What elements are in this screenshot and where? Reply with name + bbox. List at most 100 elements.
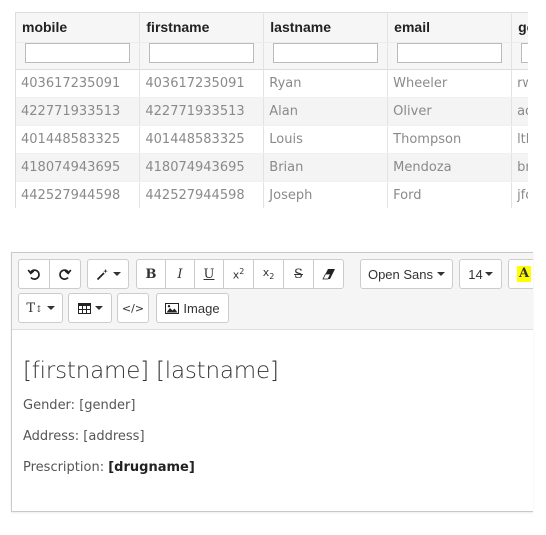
underline-button[interactable]: U (194, 259, 224, 289)
cell-email[interactable]: Wheeler (387, 69, 513, 98)
table-icon (77, 302, 91, 314)
subscript-button[interactable]: x2 (253, 259, 284, 289)
cell-firstname[interactable]: 418074943695 (139, 153, 265, 182)
cell-gender[interactable]: jford (511, 181, 528, 208)
filter-row (16, 42, 528, 70)
table-row[interactable]: 422771933513 422771933513 Alan Oliver ao… (16, 97, 528, 126)
undo-icon (27, 269, 40, 280)
picture-icon (165, 302, 180, 314)
data-table: mobile firstname lastname email gender 4… (16, 13, 528, 208)
color-group: A (508, 259, 533, 289)
table-group (68, 293, 112, 323)
bold-icon: B (145, 266, 157, 282)
address-line: Address: [address] (23, 429, 522, 444)
strikethrough-button[interactable]: S (283, 259, 314, 289)
underline-icon: U (203, 266, 215, 282)
cell-gender[interactable]: bmendoza (511, 153, 528, 182)
rich-text-editor: B I U x2 x2 S Open Sans 14 A T↕ </> Imag… (11, 252, 533, 512)
table-row[interactable]: 401448583325 401448583325 Louis Thompson… (16, 125, 528, 154)
cell-lastname[interactable]: Alan (263, 97, 389, 126)
filter-cell-email (387, 42, 513, 70)
column-header-gender[interactable]: gender (511, 13, 528, 43)
cell-firstname[interactable]: 422771933513 (139, 97, 265, 126)
clear-format-button[interactable] (313, 259, 344, 289)
column-header-firstname[interactable]: firstname (139, 13, 265, 43)
cell-lastname[interactable]: Joseph (263, 181, 389, 208)
line-height-group: T↕ (18, 293, 63, 323)
filter-input-lastname[interactable] (273, 42, 379, 63)
code-view-button[interactable]: </> (117, 293, 149, 323)
filter-cell-mobile (16, 42, 141, 70)
cell-lastname[interactable]: Louis (263, 125, 389, 154)
column-header-mobile[interactable]: mobile (16, 13, 141, 43)
font-style-group: B I U x2 x2 S (136, 259, 344, 289)
address-label: Address: (23, 429, 80, 444)
editor-content[interactable]: [firstname] [lastname] Gender: [gender] … (12, 330, 533, 475)
cell-email[interactable]: Thompson (387, 125, 513, 154)
caret-down-icon (484, 272, 493, 276)
table-row[interactable]: 403617235091 403617235091 Ryan Wheeler r… (16, 69, 528, 98)
subscript-icon: x2 (262, 266, 275, 282)
cell-gender[interactable]: aoliver (511, 97, 528, 126)
history-group (18, 259, 81, 289)
address-value: [address] (83, 429, 145, 444)
column-header-email[interactable]: email (387, 13, 513, 43)
insert-image-button[interactable]: Image (156, 293, 229, 323)
code-icon: </> (121, 301, 145, 315)
font-size-label: 14 (468, 266, 483, 282)
cell-firstname[interactable]: 442527944598 (139, 181, 265, 208)
cell-email[interactable]: Ford (387, 181, 513, 208)
caret-down-icon (46, 306, 55, 310)
style-dropdown-button[interactable] (87, 259, 129, 289)
content-heading: [firstname] [lastname] (23, 358, 279, 384)
filter-input-gender[interactable] (521, 42, 528, 63)
code-view-group: </> (117, 293, 149, 323)
cell-gender[interactable]: lthompson (511, 125, 528, 154)
filter-input-email[interactable] (397, 42, 503, 63)
bold-button[interactable]: B (136, 259, 166, 289)
cell-lastname[interactable]: Brian (263, 153, 389, 182)
table-row[interactable]: 442527944598 442527944598 Joseph Ford jf… (16, 181, 528, 208)
filter-cell-gender (511, 42, 528, 70)
cell-mobile[interactable]: 401448583325 (16, 125, 141, 154)
superscript-icon: x2 (232, 266, 245, 282)
text-height-icon: T↕ (26, 300, 43, 316)
cell-email[interactable]: Mendoza (387, 153, 513, 182)
filter-input-mobile[interactable] (25, 42, 131, 63)
highlight-color-icon: A (517, 266, 532, 282)
table-dropdown[interactable] (68, 293, 112, 323)
column-header-lastname[interactable]: lastname (263, 13, 389, 43)
font-size-group: 14 (459, 259, 502, 289)
cell-lastname[interactable]: Ryan (263, 69, 389, 98)
filter-input-firstname[interactable] (149, 42, 255, 63)
italic-button[interactable]: I (165, 259, 195, 289)
prescription-label: Prescription: (23, 460, 105, 475)
insert-image-label: Image (183, 300, 220, 316)
cell-mobile[interactable]: 403617235091 (16, 69, 141, 98)
cell-mobile[interactable]: 442527944598 (16, 181, 141, 208)
cell-mobile[interactable]: 418074943695 (16, 153, 141, 182)
redo-button[interactable] (49, 259, 81, 289)
cell-mobile[interactable]: 422771933513 (16, 97, 141, 126)
superscript-button[interactable]: x2 (223, 259, 254, 289)
gender-label: Gender: (23, 398, 76, 413)
caret-down-icon (94, 306, 103, 310)
image-group: Image (156, 293, 229, 323)
font-size-dropdown[interactable]: 14 (459, 259, 502, 289)
cell-firstname[interactable]: 401448583325 (139, 125, 265, 154)
cell-firstname[interactable]: 403617235091 (139, 69, 265, 98)
cell-email[interactable]: Oliver (387, 97, 513, 126)
redo-icon (59, 269, 72, 280)
prescription-value: [drugname] (108, 460, 195, 475)
cell-gender[interactable]: rwheeler (511, 69, 528, 98)
magic-wand-icon (96, 268, 108, 280)
font-family-dropdown[interactable]: Open Sans (360, 259, 453, 289)
table-row[interactable]: 418074943695 418074943695 Brian Mendoza … (16, 153, 528, 182)
font-family-group: Open Sans (360, 259, 453, 289)
italic-icon: I (177, 266, 183, 282)
caret-down-icon (112, 272, 121, 276)
undo-button[interactable] (18, 259, 50, 289)
line-height-dropdown[interactable]: T↕ (18, 293, 63, 323)
eraser-icon (321, 269, 335, 280)
highlight-color-button[interactable]: A (508, 259, 533, 289)
